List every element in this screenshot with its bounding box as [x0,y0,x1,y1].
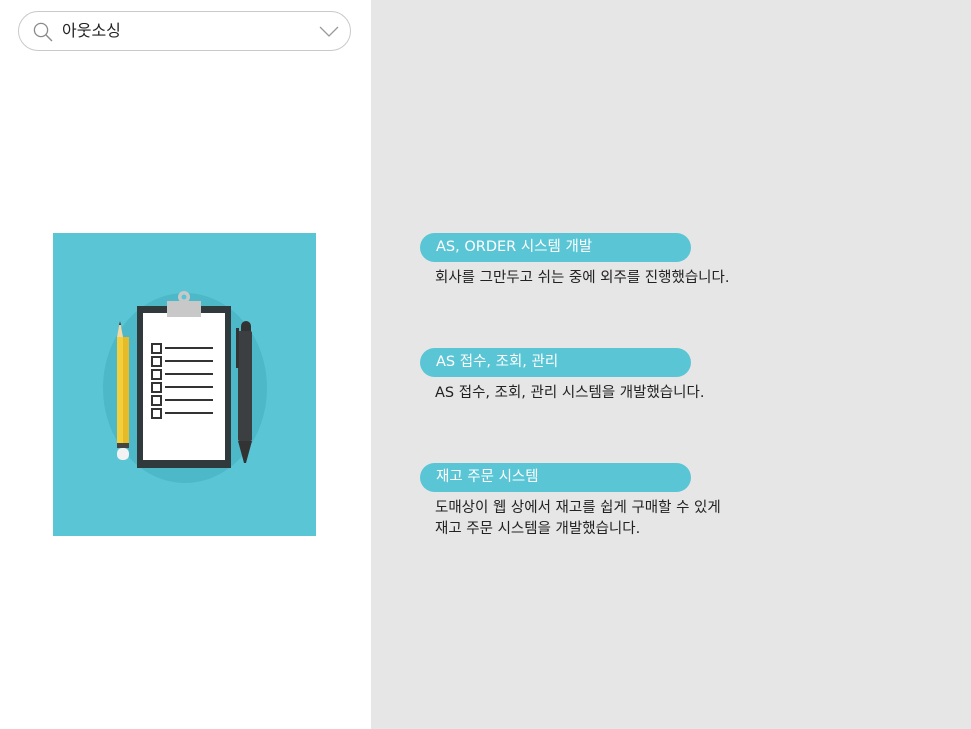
project-title-badge: AS, ORDER 시스템 개발 [420,233,691,262]
project-item: AS 접수, 조회, 관리 AS 접수, 조회, 관리 시스템을 개발했습니다. [420,348,704,404]
project-description: 도매상이 웹 상에서 재고를 쉽게 구매할 수 있게 재고 주문 시스템을 개발… [435,500,721,537]
project-item: 재고 주문 시스템 도매상이 웹 상에서 재고를 쉽게 구매할 수 있게 재고 … [420,463,721,540]
search-icon [33,22,53,42]
chevron-down-icon[interactable] [318,23,340,39]
project-description: 회사를 그만두고 쉬는 중에 외주를 진행했습니다. [435,270,730,286]
project-item: AS, ORDER 시스템 개발 회사를 그만두고 쉬는 중에 외주를 진행했습… [420,233,729,289]
project-description: AS 접수, 조회, 관리 시스템을 개발했습니다. [435,385,705,401]
pen-icon [236,321,252,463]
project-title-badge: AS 접수, 조회, 관리 [420,348,691,377]
clipboard-icon [137,291,231,468]
left-panel: 아웃소싱 [0,0,371,729]
category-select[interactable]: 아웃소싱 [18,11,351,51]
pencil-icon [117,321,129,460]
clipboard-checklist-icon [53,233,316,536]
project-title-badge: 재고 주문 시스템 [420,463,691,492]
category-select-value: 아웃소싱 [62,21,121,40]
